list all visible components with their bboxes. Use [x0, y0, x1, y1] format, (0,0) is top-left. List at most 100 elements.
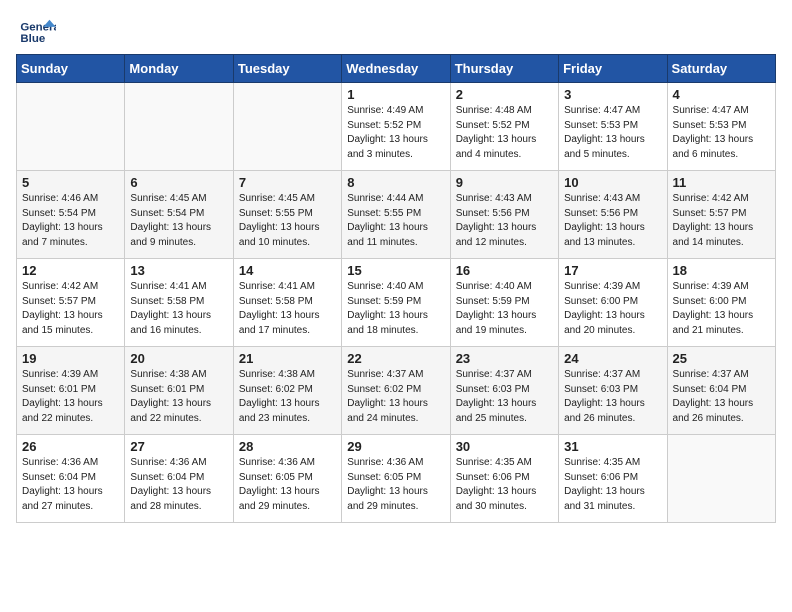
calendar-header: SundayMondayTuesdayWednesdayThursdayFrid…	[17, 55, 776, 83]
calendar-cell: 20Sunrise: 4:38 AM Sunset: 6:01 PM Dayli…	[125, 347, 233, 435]
logo: GeneralBlue	[20, 18, 56, 48]
calendar-cell: 26 Sunrise: 4:36 AM Sunset: 6:04 PM Dayli…	[17, 435, 125, 523]
day-info: Sunrise: 4:35 AM Sunset: 6:06 PM Dayligh…	[564, 456, 661, 514]
day-info: Sunrise: 4:38 AM Sunset: 6:02 PM Dayligh…	[239, 368, 336, 426]
day-number: 12	[22, 263, 119, 278]
calendar-cell	[667, 435, 775, 523]
calendar-cell: 14Sunrise: 4:41 AM Sunset: 5:58 PM Dayli…	[233, 259, 341, 347]
calendar-cell: 23Sunrise: 4:37 AM Sunset: 6:03 PM Dayli…	[450, 347, 558, 435]
calendar-cell: 6Sunrise: 4:45 AM Sunset: 5:54 PM Daylig…	[125, 171, 233, 259]
calendar-cell	[233, 83, 341, 171]
day-number: 1	[347, 87, 444, 102]
calendar-cell: 1 Sunrise: 4:49 AM Sunset: 5:52 PM Daylig…	[342, 83, 450, 171]
day-number: 2	[456, 87, 553, 102]
calendar: SundayMondayTuesdayWednesdayThursdayFrid…	[10, 54, 782, 529]
calendar-week-row: 5Sunrise: 4:46 AM Sunset: 5:54 PM Daylig…	[17, 171, 776, 259]
weekday-header: Thursday	[450, 55, 558, 83]
day-info: Sunrise: 4:42 AM Sunset: 5:57 PM Dayligh…	[22, 280, 119, 338]
day-number: 7	[239, 175, 336, 190]
calendar-cell: 24 Sunrise: 4:37 AM Sunset: 6:03 PM Dayli…	[559, 347, 667, 435]
day-number: 16	[456, 263, 553, 278]
calendar-cell: 25 Sunrise: 4:37 AM Sunset: 6:04 PM Dayli…	[667, 347, 775, 435]
day-number: 14	[239, 263, 336, 278]
calendar-week-row: 1 Sunrise: 4:49 AM Sunset: 5:52 PM Daylig…	[17, 83, 776, 171]
day-number: 21	[239, 351, 336, 366]
day-info: Sunrise: 4:46 AM Sunset: 5:54 PM Dayligh…	[22, 192, 119, 250]
calendar-week-row: 26 Sunrise: 4:36 AM Sunset: 6:04 PM Dayli…	[17, 435, 776, 523]
logo-icon: GeneralBlue	[20, 18, 56, 48]
day-info: Sunrise: 4:45 AM Sunset: 5:55 PM Dayligh…	[239, 192, 336, 250]
calendar-cell: 15 Sunrise: 4:40 AM Sunset: 5:59 PM Dayli…	[342, 259, 450, 347]
weekday-header: Saturday	[667, 55, 775, 83]
day-number: 24	[564, 351, 661, 366]
calendar-cell: 30Sunrise: 4:35 AM Sunset: 6:06 PM Dayli…	[450, 435, 558, 523]
day-info: Sunrise: 4:36 AM Sunset: 6:04 PM Dayligh…	[22, 456, 119, 514]
day-info: Sunrise: 4:39 AM Sunset: 6:01 PM Dayligh…	[22, 368, 119, 426]
calendar-cell: 19 Sunrise: 4:39 AM Sunset: 6:01 PM Dayli…	[17, 347, 125, 435]
calendar-cell: 13Sunrise: 4:41 AM Sunset: 5:58 PM Dayli…	[125, 259, 233, 347]
calendar-cell: 21 Sunrise: 4:38 AM Sunset: 6:02 PM Dayli…	[233, 347, 341, 435]
day-number: 10	[564, 175, 661, 190]
calendar-body: 1 Sunrise: 4:49 AM Sunset: 5:52 PM Daylig…	[17, 83, 776, 523]
calendar-week-row: 19 Sunrise: 4:39 AM Sunset: 6:01 PM Dayli…	[17, 347, 776, 435]
calendar-cell: 3Sunrise: 4:47 AM Sunset: 5:53 PM Daylig…	[559, 83, 667, 171]
day-number: 15	[347, 263, 444, 278]
page-header: GeneralBlue	[10, 10, 782, 54]
day-number: 23	[456, 351, 553, 366]
calendar-cell: 4 Sunrise: 4:47 AM Sunset: 5:53 PM Daylig…	[667, 83, 775, 171]
calendar-week-row: 12 Sunrise: 4:42 AM Sunset: 5:57 PM Dayli…	[17, 259, 776, 347]
svg-text:Blue: Blue	[20, 33, 45, 45]
calendar-cell: 8 Sunrise: 4:44 AM Sunset: 5:55 PM Daylig…	[342, 171, 450, 259]
calendar-cell: 5Sunrise: 4:46 AM Sunset: 5:54 PM Daylig…	[17, 171, 125, 259]
calendar-cell: 9 Sunrise: 4:43 AM Sunset: 5:56 PM Daylig…	[450, 171, 558, 259]
day-info: Sunrise: 4:42 AM Sunset: 5:57 PM Dayligh…	[673, 192, 770, 250]
day-info: Sunrise: 4:39 AM Sunset: 6:00 PM Dayligh…	[564, 280, 661, 338]
day-info: Sunrise: 4:36 AM Sunset: 6:05 PM Dayligh…	[239, 456, 336, 514]
calendar-cell: 29 Sunrise: 4:36 AM Sunset: 6:05 PM Dayli…	[342, 435, 450, 523]
weekday-header: Friday	[559, 55, 667, 83]
day-number: 4	[673, 87, 770, 102]
day-number: 27	[130, 439, 227, 454]
day-info: Sunrise: 4:40 AM Sunset: 5:59 PM Dayligh…	[456, 280, 553, 338]
calendar-cell: 27 Sunrise: 4:36 AM Sunset: 6:04 PM Dayli…	[125, 435, 233, 523]
calendar-cell: 28 Sunrise: 4:36 AM Sunset: 6:05 PM Dayli…	[233, 435, 341, 523]
day-number: 8	[347, 175, 444, 190]
calendar-cell	[17, 83, 125, 171]
day-info: Sunrise: 4:37 AM Sunset: 6:03 PM Dayligh…	[564, 368, 661, 426]
day-number: 9	[456, 175, 553, 190]
day-number: 31	[564, 439, 661, 454]
day-number: 17	[564, 263, 661, 278]
day-number: 18	[673, 263, 770, 278]
calendar-cell: 11 Sunrise: 4:42 AM Sunset: 5:57 PM Dayli…	[667, 171, 775, 259]
day-info: Sunrise: 4:36 AM Sunset: 6:04 PM Dayligh…	[130, 456, 227, 514]
day-number: 26	[22, 439, 119, 454]
calendar-cell: 22Sunrise: 4:37 AM Sunset: 6:02 PM Dayli…	[342, 347, 450, 435]
day-info: Sunrise: 4:44 AM Sunset: 5:55 PM Dayligh…	[347, 192, 444, 250]
calendar-cell: 7 Sunrise: 4:45 AM Sunset: 5:55 PM Daylig…	[233, 171, 341, 259]
weekday-header: Tuesday	[233, 55, 341, 83]
weekday-header: Monday	[125, 55, 233, 83]
day-number: 20	[130, 351, 227, 366]
day-info: Sunrise: 4:48 AM Sunset: 5:52 PM Dayligh…	[456, 104, 553, 162]
day-info: Sunrise: 4:37 AM Sunset: 6:04 PM Dayligh…	[673, 368, 770, 426]
day-info: Sunrise: 4:40 AM Sunset: 5:59 PM Dayligh…	[347, 280, 444, 338]
weekday-header: Wednesday	[342, 55, 450, 83]
calendar-cell: 17 Sunrise: 4:39 AM Sunset: 6:00 PM Dayli…	[559, 259, 667, 347]
calendar-cell: 16 Sunrise: 4:40 AM Sunset: 5:59 PM Dayli…	[450, 259, 558, 347]
day-number: 30	[456, 439, 553, 454]
day-number: 28	[239, 439, 336, 454]
day-number: 29	[347, 439, 444, 454]
day-number: 25	[673, 351, 770, 366]
day-number: 19	[22, 351, 119, 366]
day-info: Sunrise: 4:43 AM Sunset: 5:56 PM Dayligh…	[456, 192, 553, 250]
day-number: 6	[130, 175, 227, 190]
day-info: Sunrise: 4:47 AM Sunset: 5:53 PM Dayligh…	[673, 104, 770, 162]
calendar-cell: 12 Sunrise: 4:42 AM Sunset: 5:57 PM Dayli…	[17, 259, 125, 347]
day-info: Sunrise: 4:49 AM Sunset: 5:52 PM Dayligh…	[347, 104, 444, 162]
day-number: 11	[673, 175, 770, 190]
weekday-header: Sunday	[17, 55, 125, 83]
day-number: 13	[130, 263, 227, 278]
day-info: Sunrise: 4:36 AM Sunset: 6:05 PM Dayligh…	[347, 456, 444, 514]
day-info: Sunrise: 4:39 AM Sunset: 6:00 PM Dayligh…	[673, 280, 770, 338]
calendar-cell: 10Sunrise: 4:43 AM Sunset: 5:56 PM Dayli…	[559, 171, 667, 259]
